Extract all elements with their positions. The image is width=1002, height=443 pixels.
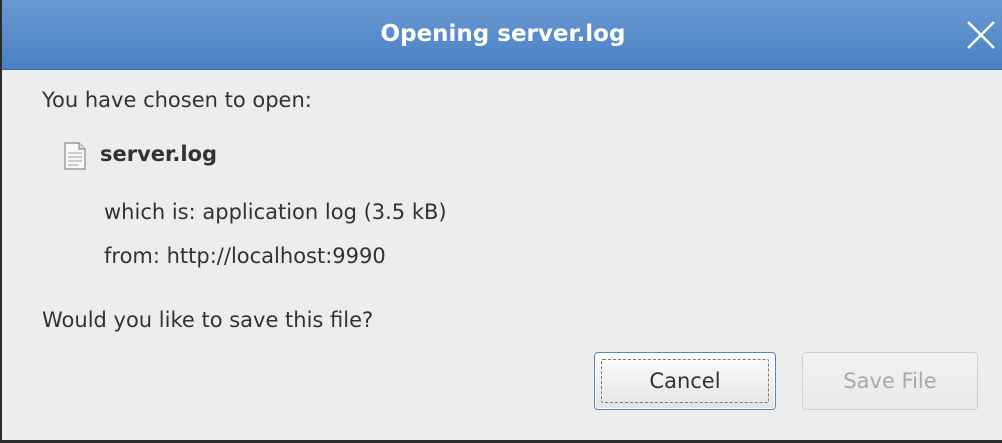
close-button[interactable] <box>960 14 1000 54</box>
cancel-button[interactable]: Cancel <box>594 352 776 410</box>
save-file-button[interactable]: Save File <box>802 352 978 410</box>
save-file-button-label: Save File <box>843 369 937 393</box>
file-source: from: http://localhost:9990 <box>104 244 386 268</box>
text-file-icon <box>64 142 86 170</box>
file-type: which is: application log (3.5 kB) <box>104 200 447 224</box>
file-name: server.log <box>100 142 218 166</box>
title-bar[interactable]: Opening server.log <box>2 0 1002 70</box>
cancel-button-label: Cancel <box>649 369 721 393</box>
intro-text: You have chosen to open: <box>42 88 312 112</box>
save-question: Would you like to save this file? <box>42 308 374 332</box>
file-open-dialog: Opening server.log You have chosen to op… <box>0 0 1002 443</box>
close-icon <box>967 21 995 49</box>
dialog-title: Opening server.log <box>380 21 626 47</box>
